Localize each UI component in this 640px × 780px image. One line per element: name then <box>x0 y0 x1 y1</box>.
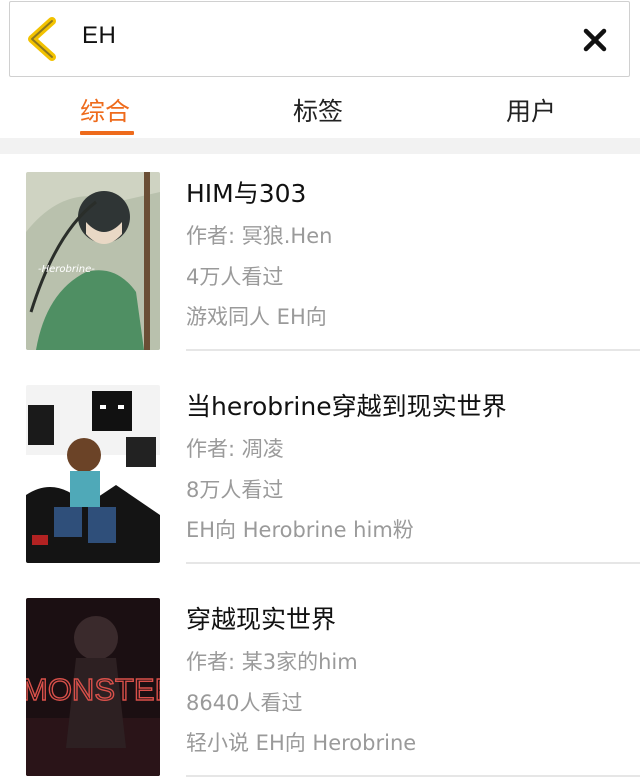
item-views: 8640人看过 <box>186 691 303 715</box>
result-tabs: 综合 标签 用户 <box>0 80 640 138</box>
list-item[interactable]: -Herobrine- HIM与303 作者: 冥狼.Hen 4万人看过 游戏同… <box>0 154 640 367</box>
list-item[interactable]: 当herobrine穿越到现实世界 作者: 凋凌 8万人看过 EH向 Herob… <box>0 367 640 580</box>
cover-caption: -Herobrine- <box>38 264 95 275</box>
item-views: 4万人看过 <box>186 265 284 289</box>
section-divider <box>0 138 640 154</box>
item-title[interactable]: 当herobrine穿越到现实世界 <box>186 387 507 423</box>
item-title[interactable]: HIM与303 <box>186 174 306 210</box>
item-views: 8万人看过 <box>186 478 284 502</box>
item-tags: 游戏同人 EH向 <box>186 305 327 329</box>
item-author: 作者: 某3家的him <box>186 650 358 674</box>
item-tags: EH向 Herobrine him粉 <box>186 518 414 542</box>
close-icon <box>583 28 607 52</box>
item-divider <box>186 349 640 351</box>
item-author: 作者: 凋凌 <box>186 437 284 461</box>
tab-users[interactable]: 用户 <box>506 92 556 128</box>
item-title[interactable]: 穿越现实世界 <box>186 600 336 636</box>
tab-comprehensive[interactable]: 综合 <box>80 92 130 128</box>
item-divider <box>186 775 640 777</box>
back-button[interactable] <box>24 16 64 62</box>
item-tags: 轻小说 EH向 Herobrine <box>186 731 417 755</box>
search-input[interactable]: EH <box>82 22 116 50</box>
search-bar: EH <box>9 1 630 77</box>
chevron-left-icon <box>28 17 56 61</box>
book-cover: MONSTER <box>26 598 160 776</box>
cover-caption: MONSTER <box>26 672 160 707</box>
clear-search-button[interactable] <box>583 28 607 52</box>
active-tab-indicator <box>80 131 134 135</box>
book-cover: -Herobrine- <box>26 172 160 350</box>
book-cover <box>26 385 160 563</box>
item-author: 作者: 冥狼.Hen <box>186 224 333 248</box>
tab-tags[interactable]: 标签 <box>293 92 343 128</box>
list-item[interactable]: MONSTER 穿越现实世界 作者: 某3家的him 8640人看过 轻小说 E… <box>0 580 640 780</box>
item-divider <box>186 562 640 564</box>
